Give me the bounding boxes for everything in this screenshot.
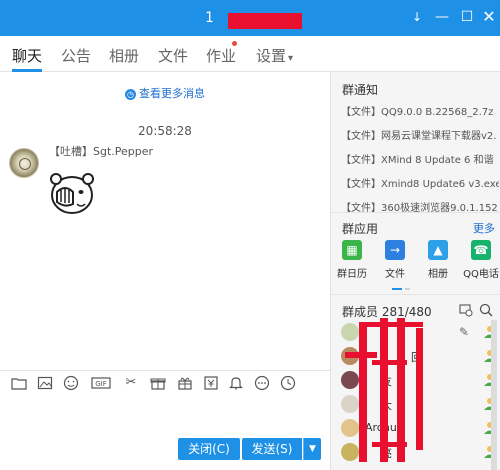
search-icon[interactable]: [479, 303, 493, 317]
redaction-mark: [372, 360, 407, 365]
member-manage-icon[interactable]: [459, 303, 473, 317]
close-button[interactable]: 关闭(C): [178, 438, 240, 460]
avatar: [341, 419, 359, 437]
tab-homework[interactable]: 作业: [206, 45, 236, 66]
title-bar: 1 ↓ — ☐ ✕: [0, 0, 500, 36]
redaction-mark: [416, 328, 423, 450]
input-toolbar: GIF ✂: [0, 370, 330, 394]
redaction-mark: [397, 318, 405, 462]
app-files[interactable]: → 文件: [375, 240, 415, 280]
view-more-messages-label: 查看更多消息: [139, 87, 205, 100]
tab-files[interactable]: 文件: [158, 45, 188, 66]
redaction-mark: [359, 322, 367, 462]
right-panel: 群通知 【文件】QQ9.0.0 B.22568_2.7z 【文件】网易云课堂课程…: [330, 72, 500, 470]
gif-icon[interactable]: GIF: [91, 375, 111, 391]
tab-settings[interactable]: 设置 ▾: [256, 45, 293, 66]
redaction-mark: [363, 322, 423, 327]
app-qq-call[interactable]: ☎ QQ电话: [461, 240, 500, 280]
calendar-icon: ▦: [342, 240, 362, 260]
redacted-title: [228, 13, 302, 29]
apps-more-link[interactable]: 更多: [473, 220, 495, 236]
minimize-button[interactable]: —: [433, 8, 451, 26]
tab-settings-label: 设置: [256, 47, 287, 65]
clock-icon[interactable]: [280, 375, 296, 391]
window-title: 1: [205, 10, 214, 26]
emoji-icon[interactable]: [63, 375, 79, 391]
app-label: QQ电话: [463, 269, 499, 280]
photo-icon: ▲: [428, 240, 448, 260]
app-label: 文件: [385, 269, 405, 280]
voucher-icon[interactable]: [203, 375, 219, 391]
notice-item[interactable]: 【文件】网易云课堂课程下载器v2.: [341, 127, 499, 142]
clock-icon: ◷: [125, 88, 136, 100]
tab-announcement[interactable]: 公告: [61, 45, 91, 66]
redaction-mark: [380, 318, 388, 462]
view-more-messages-link[interactable]: ◷ 查看更多消息: [0, 85, 330, 101]
scissors-icon[interactable]: ✂: [123, 375, 139, 391]
divider: [331, 212, 500, 213]
divider: [331, 294, 500, 295]
redaction-mark: [372, 442, 407, 447]
member-list-scrollbar[interactable]: [491, 320, 497, 470]
download-icon[interactable]: ↓: [408, 8, 426, 26]
avatar: [341, 443, 359, 461]
app-calendar[interactable]: ▦ 群日历: [332, 240, 372, 280]
apps-page-indicator-active: [392, 288, 402, 290]
sender-name[interactable]: 【吐槽】Sgt.Pepper: [49, 143, 153, 159]
notice-item[interactable]: 【文件】XMind 8 Update 6 和谐: [341, 151, 499, 166]
svg-text:GIF: GIF: [95, 380, 107, 388]
send-button[interactable]: 发送(S): [242, 438, 302, 460]
notification-dot: [232, 41, 237, 46]
close-window-button[interactable]: ✕: [480, 8, 498, 26]
notice-item[interactable]: 【文件】Xmind8 Update6 v3.exe: [341, 175, 499, 190]
avatar: [341, 371, 359, 389]
notice-item[interactable]: 【文件】QQ9.0.0 B.22568_2.7z: [341, 103, 499, 118]
tab-bar: 聊天 公告 相册 文件 作业 设置 ▾: [0, 36, 500, 72]
message-timestamp: 20:58:28: [138, 124, 192, 138]
file-share-icon: →: [385, 240, 405, 260]
edit-icon[interactable]: ✎: [459, 325, 469, 339]
chevron-down-icon: ▾: [288, 53, 294, 64]
app-label: 群日历: [337, 269, 367, 280]
notice-title: 群通知: [342, 83, 379, 97]
avatar: [341, 395, 359, 413]
apps-title: 群应用: [342, 222, 379, 236]
apps-page-indicator: [405, 288, 410, 290]
chat-area: ◷ 查看更多消息 20:58:28 【吐槽】Sgt.Pepper: [0, 72, 330, 370]
sticker-image[interactable]: [47, 170, 97, 216]
app-album[interactable]: ▲ 相册: [418, 240, 458, 280]
gift-box-icon[interactable]: [150, 375, 166, 391]
more-icon[interactable]: [254, 375, 270, 391]
bell-icon[interactable]: [228, 375, 244, 391]
tab-chat[interactable]: 聊天: [12, 45, 42, 66]
sender-avatar[interactable]: [9, 148, 39, 178]
maximize-button[interactable]: ☐: [458, 8, 476, 26]
phone-icon: ☎: [471, 240, 491, 260]
app-label: 相册: [428, 269, 448, 280]
avatar: [341, 323, 359, 341]
send-options-dropdown[interactable]: ▼: [303, 438, 321, 460]
redaction-mark: [345, 352, 377, 358]
image-icon[interactable]: [37, 375, 53, 391]
folder-icon[interactable]: [11, 375, 27, 391]
tab-album[interactable]: 相册: [109, 45, 139, 66]
present-icon[interactable]: [177, 375, 193, 391]
